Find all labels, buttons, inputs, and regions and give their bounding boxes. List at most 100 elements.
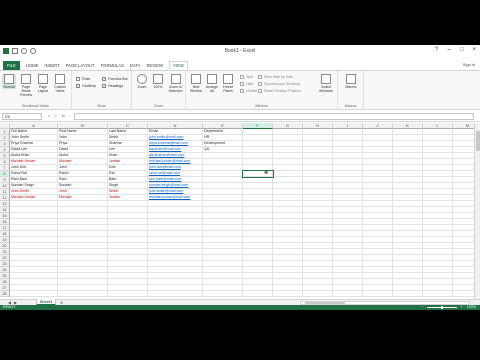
zoom-slider[interactable] [426,306,457,309]
zoom-out-icon[interactable]: − [421,305,423,310]
page-layout-icon [38,74,48,84]
headings-checkbox[interactable]: ✓ Headings [102,84,123,88]
tab-review[interactable]: REVIEW [146,63,163,68]
macros-button[interactable]: Macros [344,74,358,89]
page-break-icon [21,74,31,84]
group-window: New Window Arrange All Freeze Panes Spli… [186,71,338,109]
sign-in-link[interactable]: Sign in [463,62,475,67]
cell-m28[interactable] [453,291,474,297]
formula-bar: F8 × ✓ fx [0,112,480,122]
check-icon: ✓ [76,84,80,88]
tab-home[interactable]: HOME [26,63,39,68]
cell-h28[interactable] [303,291,333,297]
cell-a28[interactable] [10,291,58,297]
freeze-panes-icon [223,74,233,84]
tab-view[interactable]: VIEW [168,61,188,69]
view-side-by-side-button[interactable]: View Side by Side [258,75,293,79]
row-header-28[interactable]: 28 [0,291,10,297]
switch-windows-icon [321,74,331,84]
cell-k28[interactable] [393,291,423,297]
minimize-button[interactable]: – [448,47,451,53]
ribbon: Normal Page Break Preview Page Layout Cu… [0,70,480,110]
name-box[interactable]: F8 [2,113,42,120]
arrange-all-button[interactable]: Arrange All [205,74,219,93]
window-controls: ? – □ × [435,47,476,53]
group-workbook-views: Normal Page Break Preview Page Layout Cu… [0,71,72,109]
hide-button[interactable]: Hide [240,82,253,86]
zoom-slider-knob[interactable] [440,306,443,309]
tab-insert[interactable]: INSERT [44,63,59,68]
sync-scroll-icon [258,82,262,86]
formula-input[interactable] [74,113,474,120]
zoom-in-icon[interactable]: + [461,305,463,310]
close-button[interactable]: × [472,47,476,53]
excel-window: Book1 - Excel ? – □ × FILE HOME INSERT P… [0,45,480,310]
insert-function-icon[interactable]: fx [62,113,65,118]
cell-c28[interactable] [108,291,148,297]
unhide-button[interactable]: Unhide [240,89,257,93]
custom-views-button[interactable]: Custom Views [53,74,67,93]
zoom-button[interactable]: Zoom [135,74,149,89]
group-macros: Macros Macros [338,71,364,109]
synchronous-scrolling-button[interactable]: Synchronous Scrolling [258,82,300,86]
maximize-button[interactable]: □ [460,47,464,53]
tab-page-layout[interactable]: PAGE LAYOUT [66,63,95,68]
new-window-button[interactable]: New Window [189,74,203,93]
title-bar: Book1 - Excel ? – □ × [0,45,480,60]
tab-data[interactable]: DATA [130,63,141,68]
cell-f28[interactable] [243,291,273,297]
page-layout-view-button[interactable]: Page Layout [36,74,50,93]
status-text: READY [3,305,16,309]
zoom-level[interactable]: 100% [467,305,476,310]
formula-buttons: × ✓ fx [48,113,65,118]
check-icon: ✓ [102,77,106,81]
zoom-selection-icon [170,74,181,84]
group-label: Show [97,104,106,108]
unhide-icon [240,89,244,93]
tab-formulas[interactable]: FORMULAS [101,63,124,68]
scroll-thumb[interactable] [476,131,480,151]
cancel-entry-icon[interactable]: × [48,113,50,118]
cell-b28[interactable] [58,291,108,297]
ribbon-tabs: FILE HOME INSERT PAGE LAYOUT FORMULAS DA… [0,60,480,70]
confirm-entry-icon[interactable]: ✓ [54,113,57,118]
status-bar: READY − + 100% [0,305,480,310]
group-label: Zoom [153,104,164,108]
custom-views-icon [55,74,65,84]
group-show: Ruler ✓ Formula Bar ✓ Gridlines ✓ Headings … [72,71,132,109]
group-zoom: Zoom 100% Zoom to Selection Zoom [132,71,186,109]
split-button[interactable]: Split [240,75,253,79]
hide-icon [240,82,244,86]
worksheet-grid[interactable]: ABCDEFGHIJKLMNO1Full NameFirst NameLast … [0,123,474,299]
freeze-panes-button[interactable]: Freeze Panes [221,74,235,93]
gridlines-checkbox[interactable]: ✓ Gridlines [76,84,96,88]
zoom-to-selection-button[interactable]: Zoom to Selection [167,74,184,93]
zoom-100-button[interactable]: 100% [151,74,165,89]
normal-view-icon [4,74,14,84]
zoom-control: − + 100% [421,305,476,310]
cell-l28[interactable] [423,291,453,297]
reset-position-icon [258,89,262,93]
cell-f8[interactable] [242,170,274,178]
tab-file[interactable]: FILE [3,60,20,70]
vertical-scrollbar[interactable] [474,123,480,299]
side-by-side-icon [258,75,262,79]
new-window-icon [191,74,201,84]
window-title: Book1 - Excel [224,48,256,54]
cell-e28[interactable] [203,291,243,297]
group-label: Macros [344,104,357,108]
mouse-cursor-icon: ✥ [264,170,269,176]
macros-icon [346,74,356,84]
cell-i28[interactable] [333,291,363,297]
cell-j28[interactable] [363,291,393,297]
help-button[interactable]: ? [435,47,438,53]
cell-g28[interactable] [273,291,303,297]
formula-bar-checkbox[interactable]: ✓ Formula Bar [102,77,128,81]
cell-d28[interactable] [148,291,203,297]
reset-window-position-button[interactable]: Reset Window Position [258,89,301,93]
ruler-checkbox[interactable]: Ruler [76,77,91,81]
scroll-thumb[interactable] [305,302,345,304]
normal-view-button[interactable]: Normal [2,74,16,89]
page-break-preview-button[interactable]: Page Break Preview [19,74,33,97]
switch-windows-button[interactable]: Switch Windows [316,74,336,93]
